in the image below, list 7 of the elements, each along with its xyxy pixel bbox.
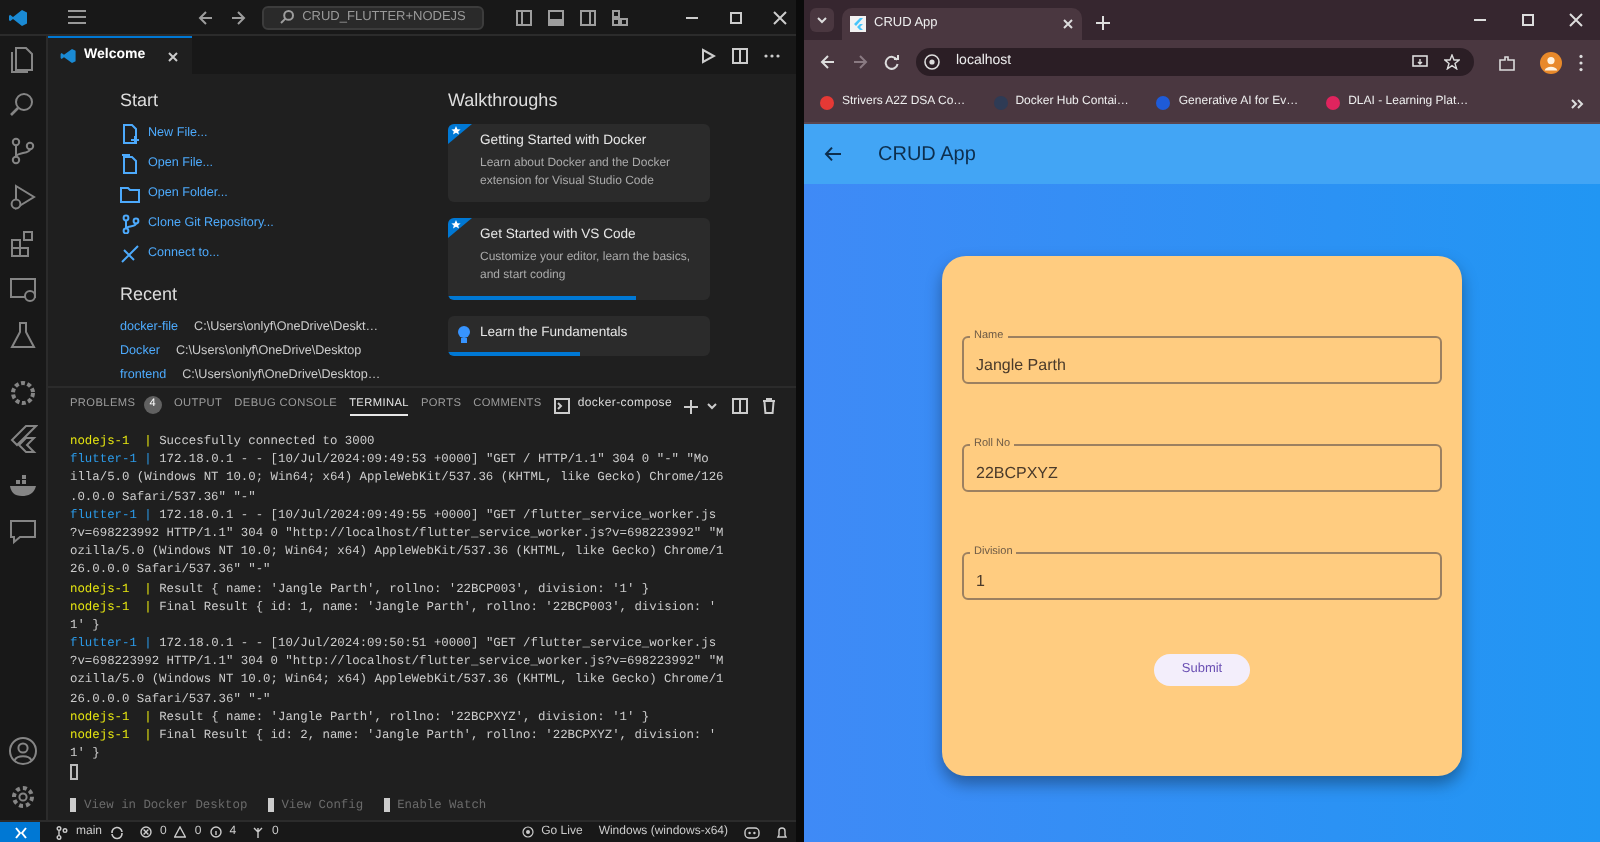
- section-heading: Walkthroughs: [448, 90, 560, 112]
- section-heading: Recent: [120, 283, 180, 306]
- input-field[interactable]: Jangle Parth: [962, 336, 1442, 384]
- input-field[interactable]: 1: [962, 552, 1442, 600]
- input-field[interactable]: 22BCPXYZ: [962, 444, 1442, 492]
- app-title: CRUD App: [878, 141, 976, 169]
- section-heading: Start: [120, 90, 161, 112]
